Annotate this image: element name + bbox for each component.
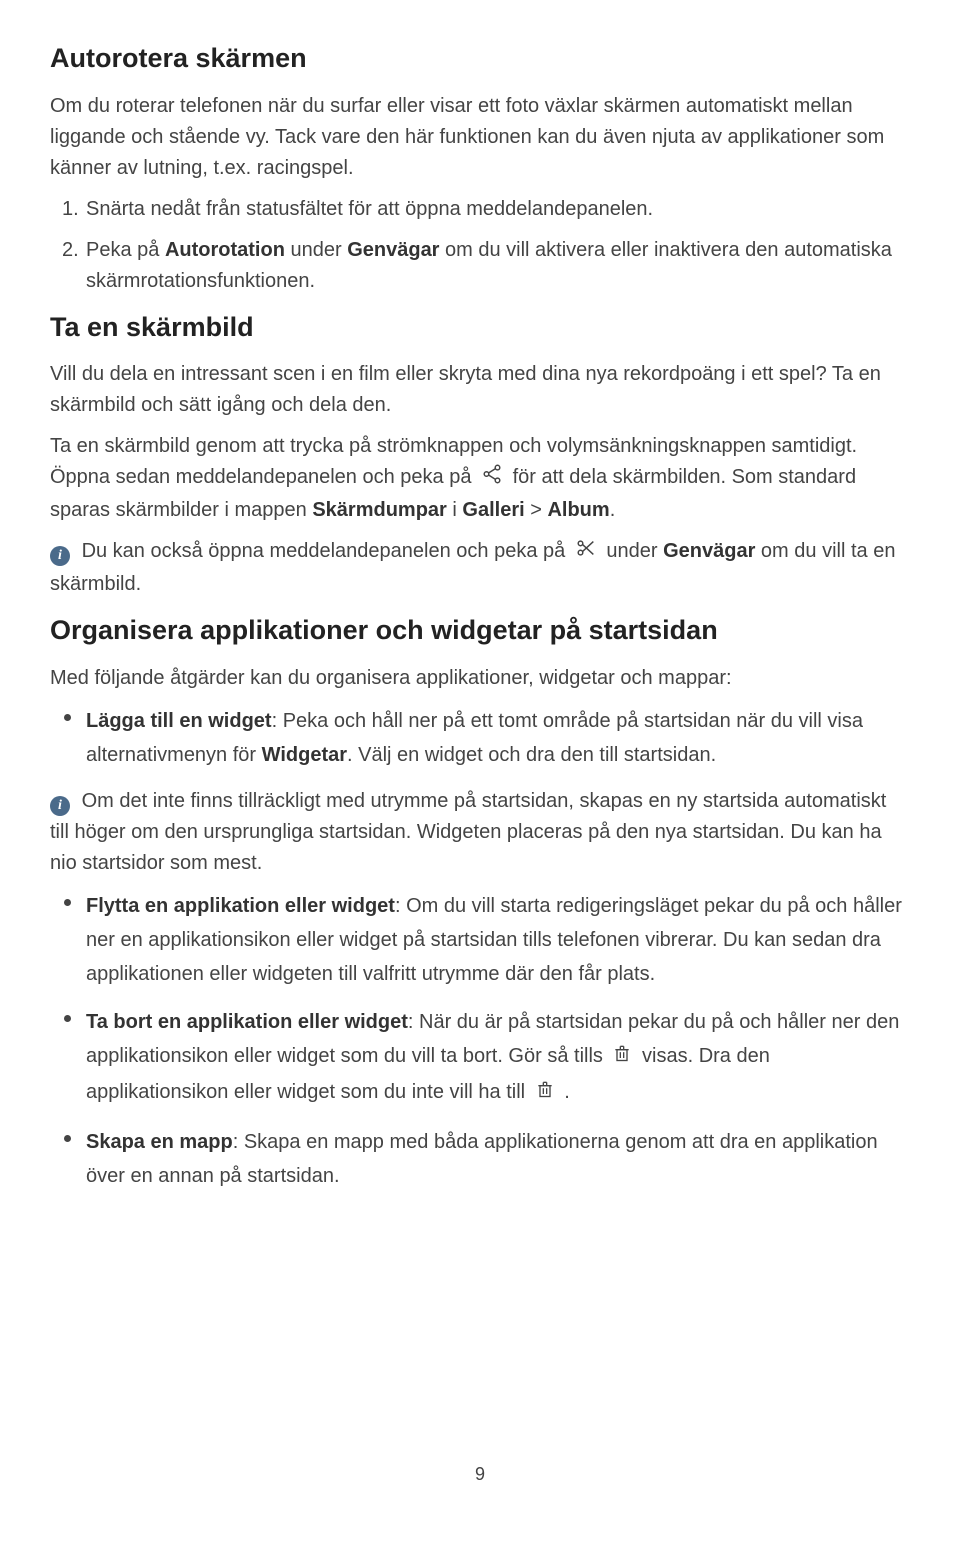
step-2-autorotation-label: Autorotation [165,239,285,261]
screenshot-intro: Vill du dela en intressant scen i en fil… [50,359,910,421]
bullet-icon [64,1015,71,1022]
bullet-icon [64,1135,71,1142]
scissors-icon [575,537,597,569]
autorotate-intro: Om du roterar telefonen när du surfar el… [50,91,910,184]
info-icon: i [50,796,70,816]
heading-screenshot: Ta en skärmbild [50,307,910,348]
trash-icon [612,1041,632,1075]
create-folder-title: Skapa en mapp [86,1131,233,1153]
bullet-add-widget: Lägga till en widget: Peka och håll ner … [50,704,910,772]
screenshot-album-label: Album [547,499,609,521]
move-app-title: Flytta en applikation eller widget [86,895,395,917]
organize-note-text: Om det inte finns tillräckligt med utrym… [50,790,886,874]
step-2-shortcuts-label: Genvägar [347,239,439,261]
step-2: 2. Peka på Autorotation under Genvägar o… [50,235,910,297]
remove-app-title: Ta bort en applikation eller widget [86,1011,408,1033]
bullet-remove-app: Ta bort en applikation eller widget: När… [50,1005,910,1111]
step-2-number: 2. [62,235,79,266]
info-icon: i [50,546,70,566]
bullet-icon [64,714,71,721]
step-1-text: Snärta nedåt från statusfältet för att ö… [86,198,653,220]
trash-icon [535,1077,555,1111]
organize-intro: Med följande åtgärder kan du organisera … [50,663,910,694]
add-widget-text-c: . Välj en widget och dra den till starts… [347,744,716,766]
page-content: { "page_number": "9", "section1": { "hea… [50,38,910,1508]
screenshot-howto: Ta en skärmbild genom att trycka på strö… [50,431,910,526]
screenshot-note-a: Du kan också öppna meddelandepanelen och… [82,540,571,562]
organize-list: Lägga till en widget: Peka och håll ner … [50,704,910,772]
organize-list-2: Flytta en applikation eller widget: Om d… [50,889,910,1193]
step-1-number: 1. [62,194,79,225]
bullet-create-folder: Skapa en mapp: Skapa en mapp med båda ap… [50,1125,910,1193]
screenshot-gallery-label: Galleri [462,499,524,521]
bullet-icon [64,899,71,906]
remove-app-text-c: . [559,1081,570,1103]
screenshot-text-h: . [610,499,616,521]
screenshot-text-f: > [525,499,548,521]
share-icon [481,463,503,495]
step-1: 1. Snärta nedåt från statusfältet för at… [50,194,910,225]
screenshot-note-shortcuts: Genvägar [663,540,755,562]
screenshot-note: i Du kan också öppna meddelandepanelen o… [50,536,910,600]
add-widget-title: Lägga till en widget [86,710,272,732]
step-2-text-c: under [285,239,347,261]
add-widget-widgets-label: Widgetar [262,744,347,766]
heading-organize: Organisera applikationer och widgetar på… [50,610,910,651]
screenshot-folder-label: Skärmdumpar [312,499,447,521]
organize-note: i Om det inte finns tillräckligt med utr… [50,786,910,879]
page-number: 9 [475,1461,485,1488]
heading-autorotate: Autorotera skärmen [50,38,910,79]
screenshot-text-d: i [447,499,463,521]
autorotate-steps: 1. Snärta nedåt från statusfältet för at… [50,194,910,297]
bullet-move-app: Flytta en applikation eller widget: Om d… [50,889,910,991]
step-2-text-a: Peka på [86,239,165,261]
screenshot-note-b: under [606,540,663,562]
